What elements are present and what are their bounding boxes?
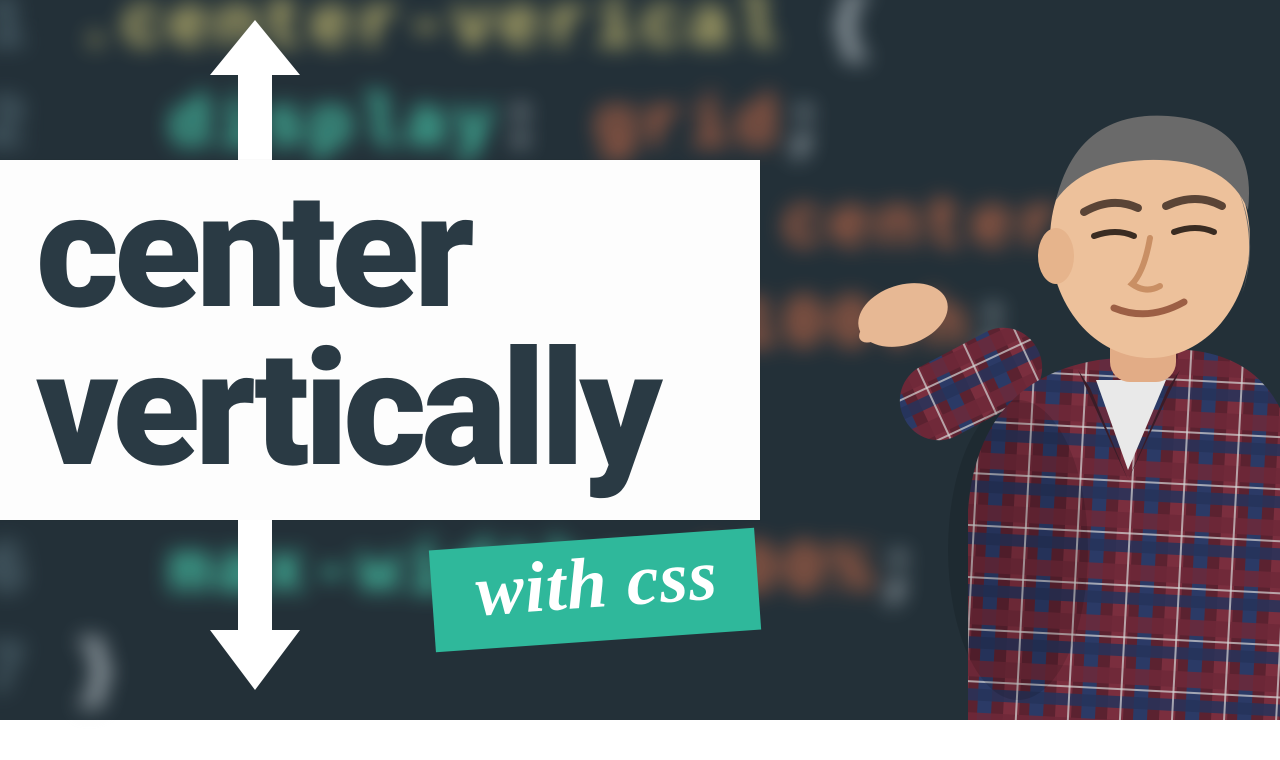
line-number: 6 xyxy=(0,531,74,613)
subtitle-text: with css xyxy=(473,535,720,632)
code-line-1: 1 .center-verical { xyxy=(0,0,877,67)
line-number: 7 xyxy=(0,631,74,713)
code-value: center xyxy=(782,185,1065,267)
code-semicolon: ; xyxy=(877,531,924,613)
title-text: center vertically xyxy=(36,174,657,491)
code-value: grid xyxy=(593,85,782,167)
line-number: 1 xyxy=(0,0,74,67)
code-colon: : xyxy=(499,85,546,167)
title-line-2: vertically xyxy=(36,317,657,504)
arrow-up-icon xyxy=(210,20,300,160)
code-semicolon: ; xyxy=(782,85,829,167)
code-semicolon: ; xyxy=(1065,185,1112,267)
code-selector: .center-verical xyxy=(74,0,782,67)
code-value: 100vh xyxy=(735,285,971,367)
code-semicolon: ; xyxy=(971,285,1018,367)
arrow-down-icon xyxy=(210,520,300,690)
code-line-2: 2 display : grid ; xyxy=(0,85,829,167)
code-brace: } xyxy=(74,631,121,713)
code-line-7: 7 } xyxy=(0,631,121,713)
line-number: 2 xyxy=(0,85,74,167)
code-brace: { xyxy=(829,0,876,67)
title-card: center vertically xyxy=(0,160,760,520)
